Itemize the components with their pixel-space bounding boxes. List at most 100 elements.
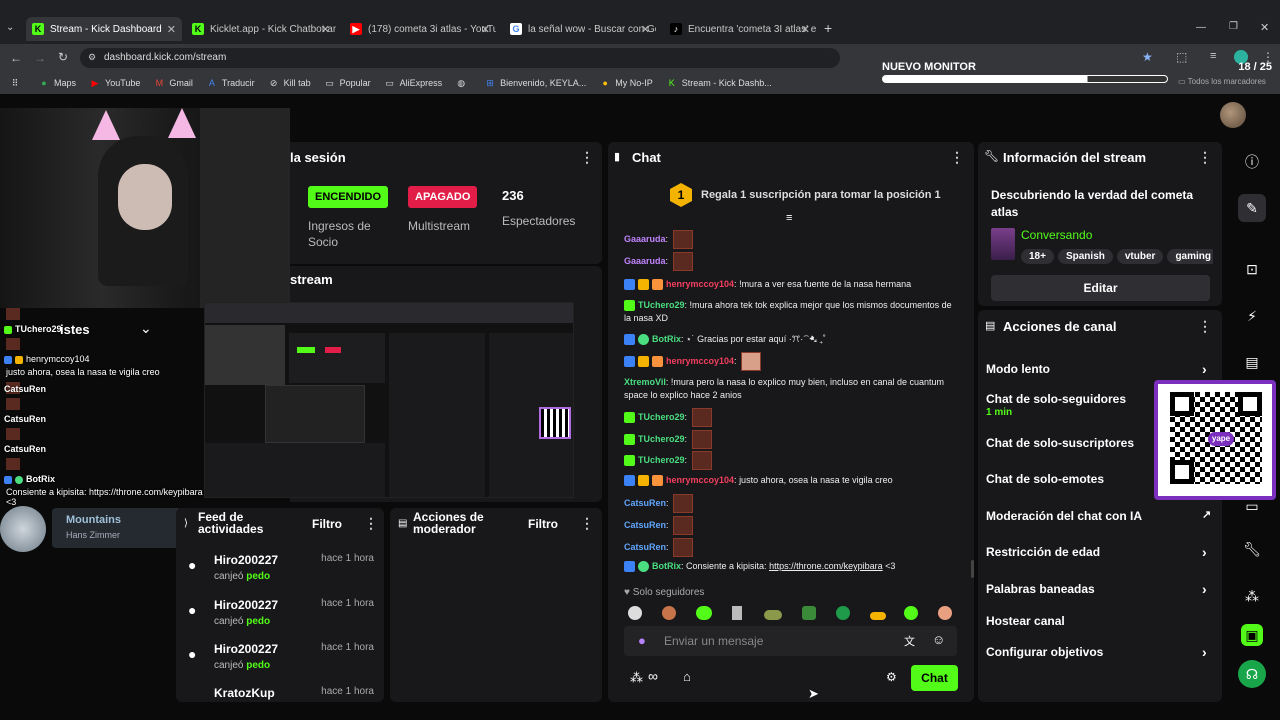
- all-bookmarks[interactable]: ▭ Todos los marcadores: [1178, 77, 1266, 86]
- followers-only-chat-item[interactable]: Chat de solo-seguidores: [986, 392, 1126, 406]
- bookmark-maps[interactable]: ● Maps: [39, 78, 76, 88]
- banned-words-item[interactable]: Palabras baneadas: [986, 582, 1095, 596]
- infinity-icon[interactable]: ∞: [648, 668, 658, 684]
- forward-icon[interactable]: →: [34, 51, 46, 65]
- bookmark-popular[interactable]: ▭ Popular: [325, 78, 370, 88]
- new-tab-button[interactable]: +: [824, 20, 832, 36]
- configure-goals-item[interactable]: Configurar objetivos: [986, 645, 1103, 659]
- site-info-icon[interactable]: ⚙: [88, 52, 96, 63]
- quick-emote-icon[interactable]: [628, 606, 642, 620]
- microphone-icon[interactable]: ●: [638, 633, 646, 648]
- chat-username[interactable]: CatsuRen: [624, 498, 666, 508]
- tag[interactable]: 18+: [1021, 249, 1054, 264]
- send-chat-button[interactable]: Chat: [911, 665, 958, 691]
- chat-username[interactable]: henrymccoy104: [666, 475, 734, 485]
- support-headset-icon[interactable]: ☊: [1238, 660, 1266, 688]
- feed-menu-icon[interactable]: ⋮: [364, 515, 378, 532]
- chevron-right-icon[interactable]: ›: [1202, 361, 1207, 377]
- quick-emote-icon[interactable]: [732, 606, 742, 620]
- kick-app-icon[interactable]: ▣: [1241, 624, 1263, 646]
- close-tab-icon[interactable]: ✕: [641, 23, 650, 36]
- close-tab-icon[interactable]: ✕: [167, 23, 176, 36]
- document-icon[interactable]: ▤: [1238, 348, 1266, 376]
- chat-username[interactable]: TUchero29: [638, 300, 685, 310]
- tab-youtube[interactable]: ▶ (178) cometa 3i atlas - YouTube ✕: [344, 17, 496, 41]
- chat-username[interactable]: TUchero29: [638, 434, 685, 444]
- channel-actions-menu-icon[interactable]: ⋮: [1198, 318, 1212, 335]
- close-tab-icon[interactable]: ✕: [801, 23, 810, 36]
- quick-emote-icon[interactable]: [696, 606, 712, 620]
- host-channel-item[interactable]: Hostear canal: [986, 614, 1065, 628]
- capture-icon[interactable]: ⊡: [1238, 255, 1266, 283]
- tag[interactable]: vtuber: [1116, 249, 1164, 264]
- chat-username[interactable]: henrymccoy104: [666, 279, 734, 289]
- bookmark-aliexpress[interactable]: ▭ AliExpress: [385, 78, 442, 88]
- edit-stream-button[interactable]: Editar: [991, 275, 1210, 301]
- bookmark-youtube[interactable]: ▶ YouTube: [90, 78, 141, 88]
- tag[interactable]: Spanish: [1057, 249, 1113, 264]
- bookmark-bienvenido[interactable]: ⊞ Bienvenido, KEYLA...: [485, 78, 586, 88]
- back-icon[interactable]: ←: [10, 51, 22, 65]
- close-window-icon[interactable]: ✕: [1260, 21, 1269, 34]
- category-name[interactable]: Conversando: [1021, 228, 1092, 242]
- edit-pencil-icon[interactable]: ✎: [1238, 194, 1266, 222]
- close-tab-icon[interactable]: ✕: [481, 23, 490, 36]
- mod-filter-button[interactable]: Filtro: [528, 517, 558, 531]
- bookmark-apps[interactable]: ⠿: [10, 78, 25, 88]
- chat-username[interactable]: Gaaaruda: [624, 234, 666, 244]
- tools-icon[interactable]: 🔧︎: [1238, 535, 1266, 563]
- feed-filter-button[interactable]: Filtro: [312, 517, 342, 531]
- age-restriction-item[interactable]: Restricción de edad: [986, 545, 1100, 559]
- quick-emote-icon[interactable]: [802, 606, 816, 620]
- points-icon[interactable]: ⁂: [630, 670, 643, 686]
- mod-menu-icon[interactable]: ⋮: [580, 515, 594, 532]
- bookmark-gmail[interactable]: M Gmail: [154, 78, 193, 88]
- minimize-icon[interactable]: —: [1196, 22, 1206, 33]
- quick-emote-icon[interactable]: [938, 606, 952, 620]
- chat-username[interactable]: BotRix: [652, 561, 681, 571]
- chat-username[interactable]: CatsuRen: [624, 520, 666, 530]
- tab-google[interactable]: G la señal wow - Buscar con Goo ✕: [504, 17, 656, 41]
- chat-username[interactable]: TUchero29: [638, 455, 685, 465]
- quick-emote-icon[interactable]: [662, 606, 676, 620]
- chat-link[interactable]: https://throne.com/keypibara: [769, 561, 883, 571]
- slow-mode-item[interactable]: Modo lento: [986, 362, 1050, 376]
- chat-username[interactable]: Gaaaruda: [624, 256, 666, 266]
- quick-emote-icon[interactable]: [904, 606, 918, 620]
- external-link-icon[interactable]: ↗: [1202, 508, 1211, 521]
- tab-kick-dashboard[interactable]: K Stream - Kick Dashboard ✕: [26, 17, 182, 41]
- quick-emote-icon[interactable]: [836, 606, 850, 620]
- bookmark-kick-dashboard[interactable]: K Stream - Kick Dashb...: [667, 78, 772, 88]
- chat-username[interactable]: BotRix: [652, 334, 681, 344]
- chat-scrollbar[interactable]: [971, 560, 974, 578]
- pinned-gift-text[interactable]: Regala 1 suscripción para tomar la posic…: [701, 189, 941, 201]
- chat-username[interactable]: henrymccoy104: [666, 356, 734, 366]
- chat-settings-icon[interactable]: ⚙: [886, 670, 897, 684]
- chevron-right-icon[interactable]: ›: [1202, 581, 1207, 597]
- layout-icon[interactable]: ▭: [1238, 492, 1266, 520]
- quick-emote-icon[interactable]: [870, 612, 886, 620]
- chat-username[interactable]: TUchero29: [638, 412, 685, 422]
- url-field[interactable]: ⚙ dashboard.kick.com/stream: [80, 48, 840, 68]
- bookmark-kill-tab[interactable]: ⊘ Kill tab: [269, 78, 311, 88]
- session-menu-icon[interactable]: ⋮: [580, 149, 594, 166]
- chat-username[interactable]: XtremoVil: [624, 377, 666, 387]
- reload-icon[interactable]: ↻: [58, 50, 68, 64]
- close-tab-icon[interactable]: ✕: [321, 23, 330, 36]
- bookmark-traducir[interactable]: A Traducir: [207, 78, 255, 88]
- chevron-right-icon[interactable]: ›: [1202, 544, 1207, 560]
- tab-search-button[interactable]: ⌄: [6, 22, 14, 33]
- bookmark-globe[interactable]: ◍: [456, 78, 471, 88]
- translate-icon[interactable]: 文: [904, 633, 915, 649]
- lightning-icon[interactable]: ⚡︎: [1238, 302, 1266, 330]
- tag[interactable]: gaming: [1167, 249, 1213, 264]
- stream-info-menu-icon[interactable]: ⋮: [1198, 149, 1212, 166]
- quick-emote-icon[interactable]: [764, 610, 782, 620]
- collapse-chevron-icon[interactable]: ⌄: [140, 320, 152, 337]
- tab-kicklet[interactable]: K Kicklet.app - Kick Chatbot and ✕: [186, 17, 336, 41]
- chevron-right-icon[interactable]: ›: [1202, 644, 1207, 660]
- user-avatar[interactable]: [1220, 102, 1246, 128]
- info-icon[interactable]: ⓘ: [1238, 148, 1266, 176]
- maximize-icon[interactable]: ❐: [1229, 21, 1238, 32]
- chat-filter-icon[interactable]: ≡: [786, 212, 792, 224]
